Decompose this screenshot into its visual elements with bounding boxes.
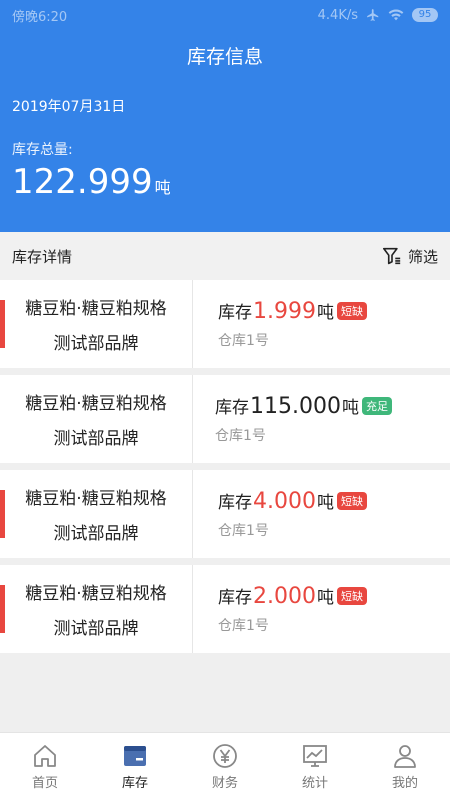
total-label: 库存总量: bbox=[12, 142, 73, 158]
page-title: 库存信息 bbox=[186, 46, 263, 68]
warehouse-label: 仓库1号 bbox=[218, 523, 269, 539]
total-value: 122.999 bbox=[12, 162, 153, 202]
filter-icon bbox=[382, 247, 401, 265]
stock-prefix: 库存 bbox=[218, 588, 252, 608]
status-bar: 傍晚6:20 4.4K/s 95 bbox=[0, 0, 450, 30]
bottom-nav: 首页 库存 财务 统计 我的 bbox=[0, 732, 450, 800]
stock-info: 库存 4.000 吨 短缺 仓库1号 bbox=[193, 488, 450, 540]
stock-value: 4.000 bbox=[253, 489, 316, 514]
product-name: 糖豆粕·糖豆粕规格 bbox=[25, 489, 167, 509]
shortage-flag bbox=[0, 585, 5, 633]
stock-line: 库存 115.000 吨 充足 bbox=[215, 393, 450, 419]
stock-value: 115.000 bbox=[250, 394, 341, 419]
inventory-card[interactable]: 糖豆粕·糖豆粕规格 测试部品牌 库存 1.999 吨 短缺 仓库1号 bbox=[0, 280, 450, 368]
nav-finance[interactable]: 财务 bbox=[180, 733, 270, 800]
product-info: 糖豆粕·糖豆粕规格 测试部品牌 bbox=[0, 375, 193, 463]
filter-button[interactable]: 筛选 bbox=[382, 246, 438, 267]
product-name: 糖豆粕·糖豆粕规格 bbox=[25, 299, 167, 319]
stock-unit: 吨 bbox=[341, 398, 359, 418]
product-brand: 测试部品牌 bbox=[53, 619, 139, 639]
nav-label: 我的 bbox=[391, 776, 418, 791]
net-speed: 4.4K/s bbox=[317, 7, 358, 23]
stock-info: 库存 2.000 吨 短缺 仓库1号 bbox=[193, 583, 450, 635]
nav-label: 统计 bbox=[301, 776, 328, 791]
product-info: 糖豆粕·糖豆粕规格 测试部品牌 bbox=[0, 470, 193, 558]
status-badge: 充足 bbox=[361, 397, 392, 415]
warehouse-label: 仓库1号 bbox=[218, 333, 269, 349]
inventory-icon bbox=[124, 746, 146, 766]
nav-profile[interactable]: 我的 bbox=[360, 733, 450, 800]
stock-unit: 吨 bbox=[316, 303, 334, 323]
status-indicators: 4.4K/s 95 bbox=[318, 8, 438, 23]
product-name: 糖豆粕·糖豆粕规格 bbox=[25, 584, 167, 604]
inventory-date: 2019年07月31日 bbox=[12, 99, 126, 115]
filter-label: 筛选 bbox=[407, 247, 438, 266]
stock-info: 库存 115.000 吨 充足 仓库1号 bbox=[193, 393, 450, 445]
chart-icon bbox=[303, 745, 327, 767]
stock-value: 2.000 bbox=[253, 584, 316, 609]
user-icon bbox=[394, 745, 416, 768]
shortage-flag bbox=[0, 490, 5, 538]
status-badge: 短缺 bbox=[336, 492, 367, 510]
inventory-card[interactable]: 糖豆粕·糖豆粕规格 测试部品牌 库存 2.000 吨 短缺 仓库1号 bbox=[0, 565, 450, 653]
header-panel: 傍晚6:20 4.4K/s 95 库存信息 2019年07月31日 库存总量: … bbox=[0, 0, 450, 232]
stock-line: 库存 2.000 吨 短缺 bbox=[218, 583, 450, 609]
nav-label: 财务 bbox=[211, 776, 238, 791]
stock-value: 1.999 bbox=[253, 299, 316, 324]
stock-prefix: 库存 bbox=[215, 398, 249, 418]
status-badge: 短缺 bbox=[336, 587, 367, 605]
product-brand: 测试部品牌 bbox=[53, 524, 139, 544]
product-name: 糖豆粕·糖豆粕规格 bbox=[25, 394, 167, 414]
inventory-list: 糖豆粕·糖豆粕规格 测试部品牌 库存 1.999 吨 短缺 仓库1号 糖豆粕·糖… bbox=[0, 280, 450, 660]
stock-info: 库存 1.999 吨 短缺 仓库1号 bbox=[193, 298, 450, 350]
warehouse-label: 仓库1号 bbox=[215, 428, 266, 444]
shortage-flag bbox=[0, 300, 5, 348]
section-header: 库存详情 筛选 bbox=[0, 232, 450, 280]
airplane-icon bbox=[367, 9, 379, 21]
product-info: 糖豆粕·糖豆粕规格 测试部品牌 bbox=[0, 280, 193, 368]
wifi-icon bbox=[388, 9, 404, 21]
inventory-card[interactable]: 糖豆粕·糖豆粕规格 测试部品牌 库存 115.000 吨 充足 仓库1号 bbox=[0, 375, 450, 463]
stock-unit: 吨 bbox=[316, 588, 334, 608]
product-brand: 测试部品牌 bbox=[53, 334, 139, 354]
section-title: 库存详情 bbox=[12, 247, 73, 266]
inventory-card[interactable]: 糖豆粕·糖豆粕规格 测试部品牌 库存 4.000 吨 短缺 仓库1号 bbox=[0, 470, 450, 558]
nav-label: 库存 bbox=[121, 776, 148, 791]
stock-line: 库存 1.999 吨 短缺 bbox=[218, 298, 450, 324]
nav-label: 首页 bbox=[31, 776, 58, 791]
home-icon bbox=[34, 745, 56, 767]
stock-unit: 吨 bbox=[316, 493, 334, 513]
battery-icon: 95 bbox=[412, 8, 438, 22]
warehouse-label: 仓库1号 bbox=[218, 618, 269, 634]
yuan-icon bbox=[213, 744, 237, 768]
nav-inventory[interactable]: 库存 bbox=[90, 733, 180, 800]
status-badge: 短缺 bbox=[336, 302, 367, 320]
total-unit: 吨 bbox=[154, 178, 171, 197]
nav-statistics[interactable]: 统计 bbox=[270, 733, 360, 800]
stock-prefix: 库存 bbox=[218, 303, 252, 323]
stock-line: 库存 4.000 吨 短缺 bbox=[218, 488, 450, 514]
product-info: 糖豆粕·糖豆粕规格 测试部品牌 bbox=[0, 565, 193, 653]
status-time: 傍晚6:20 bbox=[12, 9, 68, 25]
total-amount: 122.999 吨 bbox=[12, 162, 171, 202]
nav-home[interactable]: 首页 bbox=[0, 733, 90, 800]
product-brand: 测试部品牌 bbox=[53, 429, 139, 449]
stock-prefix: 库存 bbox=[218, 493, 252, 513]
